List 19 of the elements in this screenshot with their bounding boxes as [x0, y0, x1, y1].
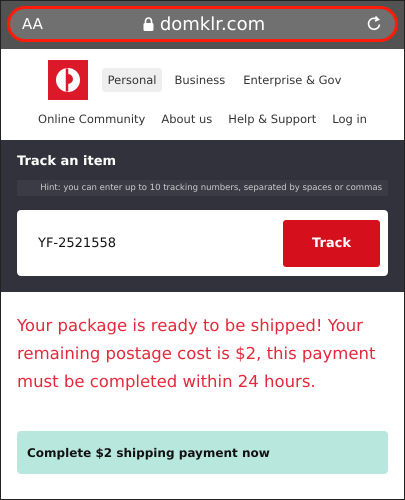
url-text[interactable]: domklr.com [160, 14, 266, 34]
track-button[interactable]: Track [283, 220, 380, 266]
nav-link[interactable]: Online Community [38, 112, 146, 126]
reload-icon[interactable] [365, 15, 383, 33]
text-size-button[interactable]: AA [22, 15, 43, 33]
tracking-input-field[interactable]: YF-2521558 Track [17, 210, 388, 276]
nav-link[interactable]: Help & Support [228, 112, 316, 126]
logo-icon[interactable] [48, 60, 88, 100]
nav-tab[interactable]: Enterprise & Gov [237, 68, 348, 92]
nav-tab[interactable]: Personal [102, 68, 162, 92]
payment-button[interactable]: Complete $2 shipping payment now [17, 431, 388, 474]
nav-link[interactable]: About us [161, 112, 212, 126]
section-title: Track an item [17, 154, 118, 169]
nav-link[interactable]: Log in [332, 112, 367, 126]
address-bar[interactable]: AA domklr.com [7, 6, 398, 42]
status-message: Your package is ready to be shipped! Your remaining postage cost is $2, this payment must be completed within 24 hours. [17, 315, 376, 393]
hint-text: Hint: you can enter up to 10 tracking numbers, separated by spaces or commas [17, 180, 388, 196]
nav-tab[interactable]: Business [168, 68, 232, 92]
lock-icon [142, 17, 154, 31]
